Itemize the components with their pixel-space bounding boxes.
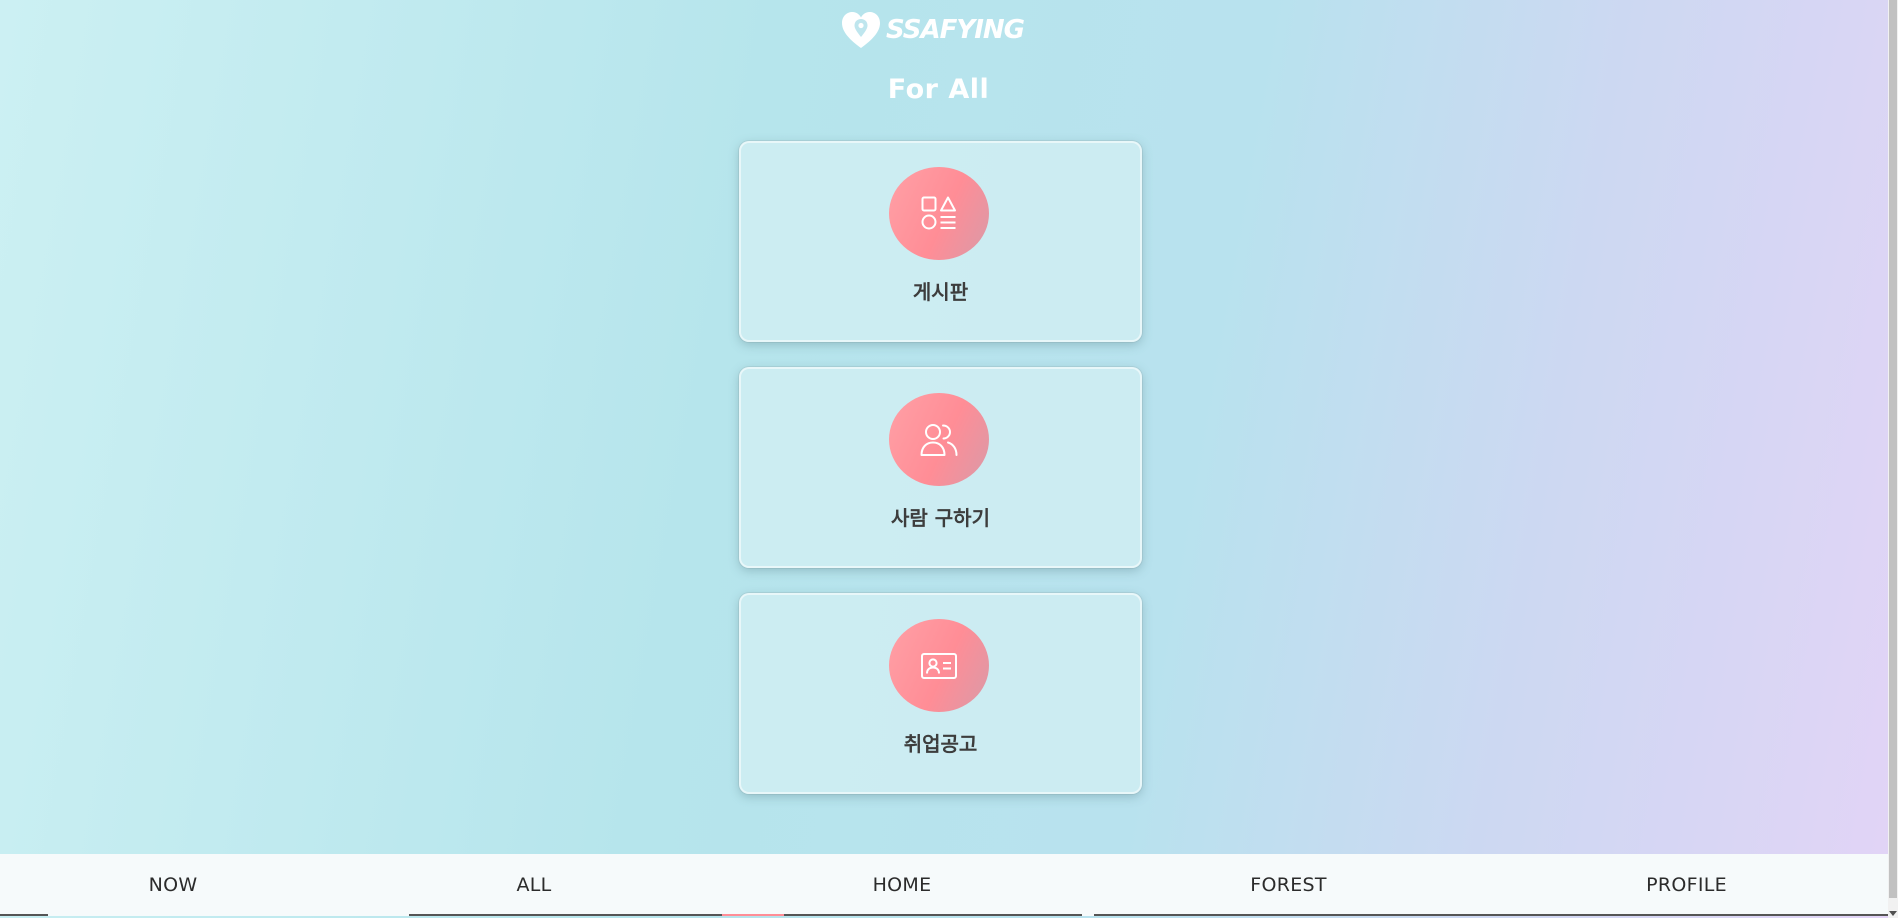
card-label: 취업공고 xyxy=(903,732,978,756)
nav-label: ALL xyxy=(516,874,552,896)
nav-underline xyxy=(784,914,1082,916)
nav-label: NOW xyxy=(148,874,198,896)
card-icon-badge xyxy=(889,167,989,260)
bottom-navigation: NOW ALL HOME FOREST PROFILE xyxy=(0,854,1888,916)
card-board[interactable]: 게시판 xyxy=(739,141,1142,342)
nav-underline xyxy=(409,914,722,916)
page-title: For All xyxy=(887,74,990,105)
heart-pin-icon xyxy=(840,10,882,50)
board-shapes-icon xyxy=(921,196,956,229)
card-icon-badge xyxy=(889,393,989,486)
nav-label: FOREST xyxy=(1250,874,1327,896)
nav-item-home[interactable]: HOME xyxy=(722,854,1082,916)
vertical-scrollbar[interactable] xyxy=(1888,0,1898,918)
card-icon-badge xyxy=(889,619,989,712)
id-card-icon xyxy=(921,652,957,679)
people-icon xyxy=(920,423,958,456)
nav-item-forest[interactable]: FOREST xyxy=(1082,854,1495,916)
nav-underline xyxy=(722,914,784,916)
card-find-people[interactable]: 사람 구하기 xyxy=(739,367,1142,568)
scroll-down-arrow-icon[interactable] xyxy=(1889,911,1897,916)
nav-underline xyxy=(0,914,48,916)
nav-item-now[interactable]: NOW xyxy=(0,854,346,916)
brand-logo[interactable]: SSAFYING xyxy=(840,8,1025,52)
nav-underline xyxy=(1094,914,1495,916)
card-label: 사람 구하기 xyxy=(891,506,990,530)
brand-name: SSAFYING xyxy=(886,15,1025,45)
card-label: 게시판 xyxy=(912,280,969,304)
nav-item-all[interactable]: ALL xyxy=(346,854,722,916)
nav-item-profile[interactable]: PROFILE xyxy=(1495,854,1888,916)
card-job-postings[interactable]: 취업공고 xyxy=(739,593,1142,794)
nav-underline xyxy=(1495,914,1888,916)
scrollbar-thumb[interactable] xyxy=(1889,0,1897,898)
nav-label: HOME xyxy=(872,874,932,896)
nav-label: PROFILE xyxy=(1646,874,1727,896)
app-window: SSAFYING For All 게시판 사람 구하기 취업공고 NOW ALL… xyxy=(0,0,1888,918)
